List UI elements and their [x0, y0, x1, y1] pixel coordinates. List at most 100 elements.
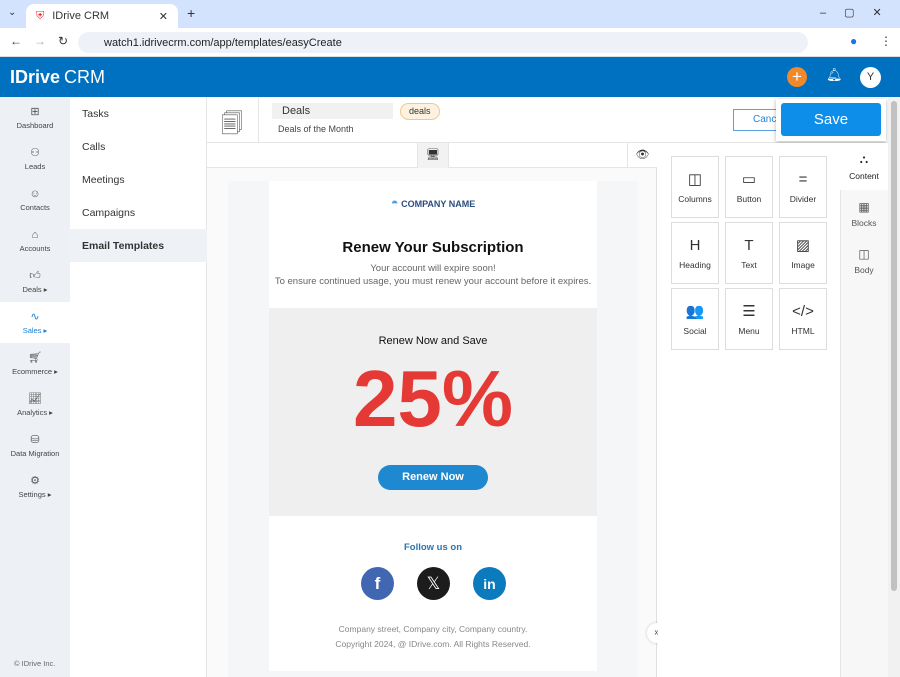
- url-field[interactable]: watch1.idrivecrm.com/app/templates/easyC…: [78, 32, 808, 53]
- text-icon: T: [744, 236, 754, 254]
- tab-content[interactable]: ⛬ Content: [840, 143, 888, 190]
- browser-tab[interactable]: ⛨ IDrive CRM ✕: [26, 4, 178, 28]
- profile-icon[interactable]: ●: [850, 34, 857, 48]
- add-icon[interactable]: +: [787, 67, 807, 87]
- preview-eye-icon[interactable]: 👁︎: [627, 143, 657, 168]
- sidebar-item-accounts[interactable]: ⌂ Accounts: [0, 220, 70, 261]
- block-divider[interactable]: = Divider: [779, 156, 827, 218]
- sidebar-item-label: Ecommerce ▸: [12, 367, 58, 376]
- sidebar-item-deals[interactable]: 👍︎ Deals ▸: [0, 261, 70, 302]
- promo-label: Renew Now and Save: [378, 335, 488, 347]
- contacts-icon: ☺: [29, 187, 41, 200]
- email-line1: Your account will expire soon!: [370, 263, 496, 274]
- sidebar-item-leads[interactable]: ⚇ Leads: [0, 138, 70, 179]
- email-body: ◓ COMPANY NAME Renew Your Subscription Y…: [269, 181, 597, 671]
- desktop-view-icon[interactable]: 🖥︎: [417, 143, 449, 168]
- linkedin-icon[interactable]: in: [473, 567, 506, 600]
- block-text[interactable]: T Text: [725, 222, 773, 284]
- new-tab-icon[interactable]: +: [187, 5, 195, 21]
- sales-icon: ∿: [30, 311, 40, 323]
- sidebar-item-label: Deals ▸: [22, 285, 48, 294]
- sidebar-item-sales[interactable]: ∿ Sales ▸: [0, 302, 70, 343]
- email-canvas: ◓ COMPANY NAME Renew Your Subscription Y…: [207, 168, 667, 677]
- reload-icon[interactable]: ↻: [58, 34, 68, 48]
- sidebar-item-label: Data Migration: [10, 449, 60, 458]
- ecommerce-icon: 🛒︎: [28, 352, 42, 364]
- block-button[interactable]: ▭ Button: [725, 156, 773, 218]
- block-html[interactable]: </> HTML: [779, 288, 827, 350]
- heading-icon: H: [689, 236, 701, 254]
- block-columns[interactable]: ◫ Columns: [671, 156, 719, 218]
- columns-icon: ◫: [687, 171, 703, 188]
- sidebar-item-settings[interactable]: ⚙ Settings ▸: [0, 466, 70, 507]
- leads-icon: ⚇: [30, 147, 40, 159]
- block-social[interactable]: 👥 Social: [671, 288, 719, 350]
- x-twitter-icon[interactable]: 𝕏: [417, 567, 450, 600]
- button-icon: ▭: [741, 171, 757, 188]
- promo-section: Renew Now and Save 25% Renew Now: [269, 308, 597, 516]
- sidebar-item-label: Analytics ▸: [17, 408, 53, 417]
- tab-title: IDrive CRM: [52, 10, 110, 22]
- tag-badge: deals: [400, 103, 440, 120]
- sidebar: ⊞ Dashboard ⚇ Leads ☺ Contacts ⌂ Accounts 👍︎ Deal…: [0, 97, 70, 677]
- forward-icon[interactable]: →: [34, 34, 46, 48]
- renew-now-button[interactable]: Renew Now: [378, 465, 488, 490]
- sidebar-item-data[interactable]: ⛁ Data Migration: [0, 425, 70, 466]
- tab-label: Blocks: [851, 217, 877, 228]
- sidebar-item-dashboard[interactable]: ⊞ Dashboard: [0, 97, 70, 138]
- sidebar-item-ecommerce[interactable]: 🛒︎ Ecommerce ▸: [0, 343, 70, 384]
- discount-value: 25%: [352, 354, 514, 443]
- block-menu[interactable]: ☰ Menu: [725, 288, 773, 350]
- submenu: Tasks Calls Meetings Campaigns Email Templat…: [70, 97, 207, 677]
- submenu-item[interactable]: Campaigns: [70, 196, 207, 229]
- blocks-tab-icon: ▦: [858, 199, 870, 214]
- app-header: IDrive CRM + 🔔︎ Y: [0, 57, 900, 97]
- block-image[interactable]: ▨ Image: [779, 222, 827, 284]
- avatar[interactable]: Y: [860, 67, 881, 88]
- deals-icon: 👍︎: [29, 270, 41, 282]
- copyright-text: Copyright 2024, @ IDrive.com. All Rights…: [335, 639, 531, 649]
- dashboard-icon: ⊞: [30, 106, 40, 118]
- block-label: Heading: [679, 259, 711, 270]
- logo: IDrive CRM: [10, 67, 106, 87]
- block-heading[interactable]: H Heading: [671, 222, 719, 284]
- sidebar-item-label: Leads: [24, 162, 46, 171]
- tab-list-icon[interactable]: ⌄: [8, 7, 16, 18]
- subject-text[interactable]: Deals of the Month: [278, 124, 354, 134]
- address-text: Company street, Company city, Company co…: [338, 624, 528, 634]
- block-label: HTML: [791, 325, 815, 336]
- company-logo: ◓ COMPANY NAME: [390, 195, 476, 210]
- browser-tab-bar: ⌄ ⛨ IDrive CRM ✕ + –▢✕: [0, 0, 900, 28]
- save-button[interactable]: Save: [781, 103, 881, 136]
- sidebar-item-label: Dashboard: [16, 121, 54, 130]
- close-tab-icon[interactable]: ✕: [159, 10, 168, 23]
- tab-label: Content: [849, 171, 879, 181]
- template-name-input[interactable]: Deals: [272, 103, 393, 119]
- submenu-item[interactable]: Tasks: [70, 97, 207, 130]
- block-label: Social: [683, 326, 707, 336]
- sidebar-item-analytics[interactable]: 📈︎ Analytics ▸: [0, 384, 70, 425]
- image-icon: ▨: [795, 237, 811, 254]
- submenu-item[interactable]: Meetings: [70, 163, 207, 196]
- submenu-item[interactable]: Email Templates: [70, 229, 207, 262]
- block-label: Menu: [738, 326, 760, 336]
- accounts-icon: ⌂: [31, 228, 39, 241]
- database-icon: ⛁: [30, 434, 40, 446]
- sidebar-item-label: Contacts: [20, 202, 50, 212]
- email-line2: To ensure continued usage, you must rene…: [274, 276, 592, 287]
- tab-label: Body: [854, 264, 874, 275]
- tab-blocks[interactable]: ▦ Blocks: [840, 190, 888, 237]
- scrollbar[interactable]: [888, 97, 900, 677]
- window-controls[interactable]: –▢✕: [820, 6, 900, 19]
- tab-body[interactable]: ◫ Body: [840, 237, 888, 284]
- bell-icon[interactable]: 🔔︎: [826, 67, 843, 83]
- menu-icon[interactable]: ⋮: [880, 34, 892, 48]
- facebook-icon[interactable]: f: [361, 567, 394, 600]
- back-icon[interactable]: ←: [10, 34, 22, 48]
- content-tab-icon: ⛬: [859, 152, 869, 166]
- sidebar-item-label: Sales ▸: [22, 326, 48, 335]
- block-label: Image: [791, 260, 815, 270]
- sidebar-item-contacts[interactable]: ☺ Contacts: [0, 179, 70, 220]
- submenu-item[interactable]: Calls: [70, 130, 207, 163]
- block-label: Button: [736, 194, 762, 204]
